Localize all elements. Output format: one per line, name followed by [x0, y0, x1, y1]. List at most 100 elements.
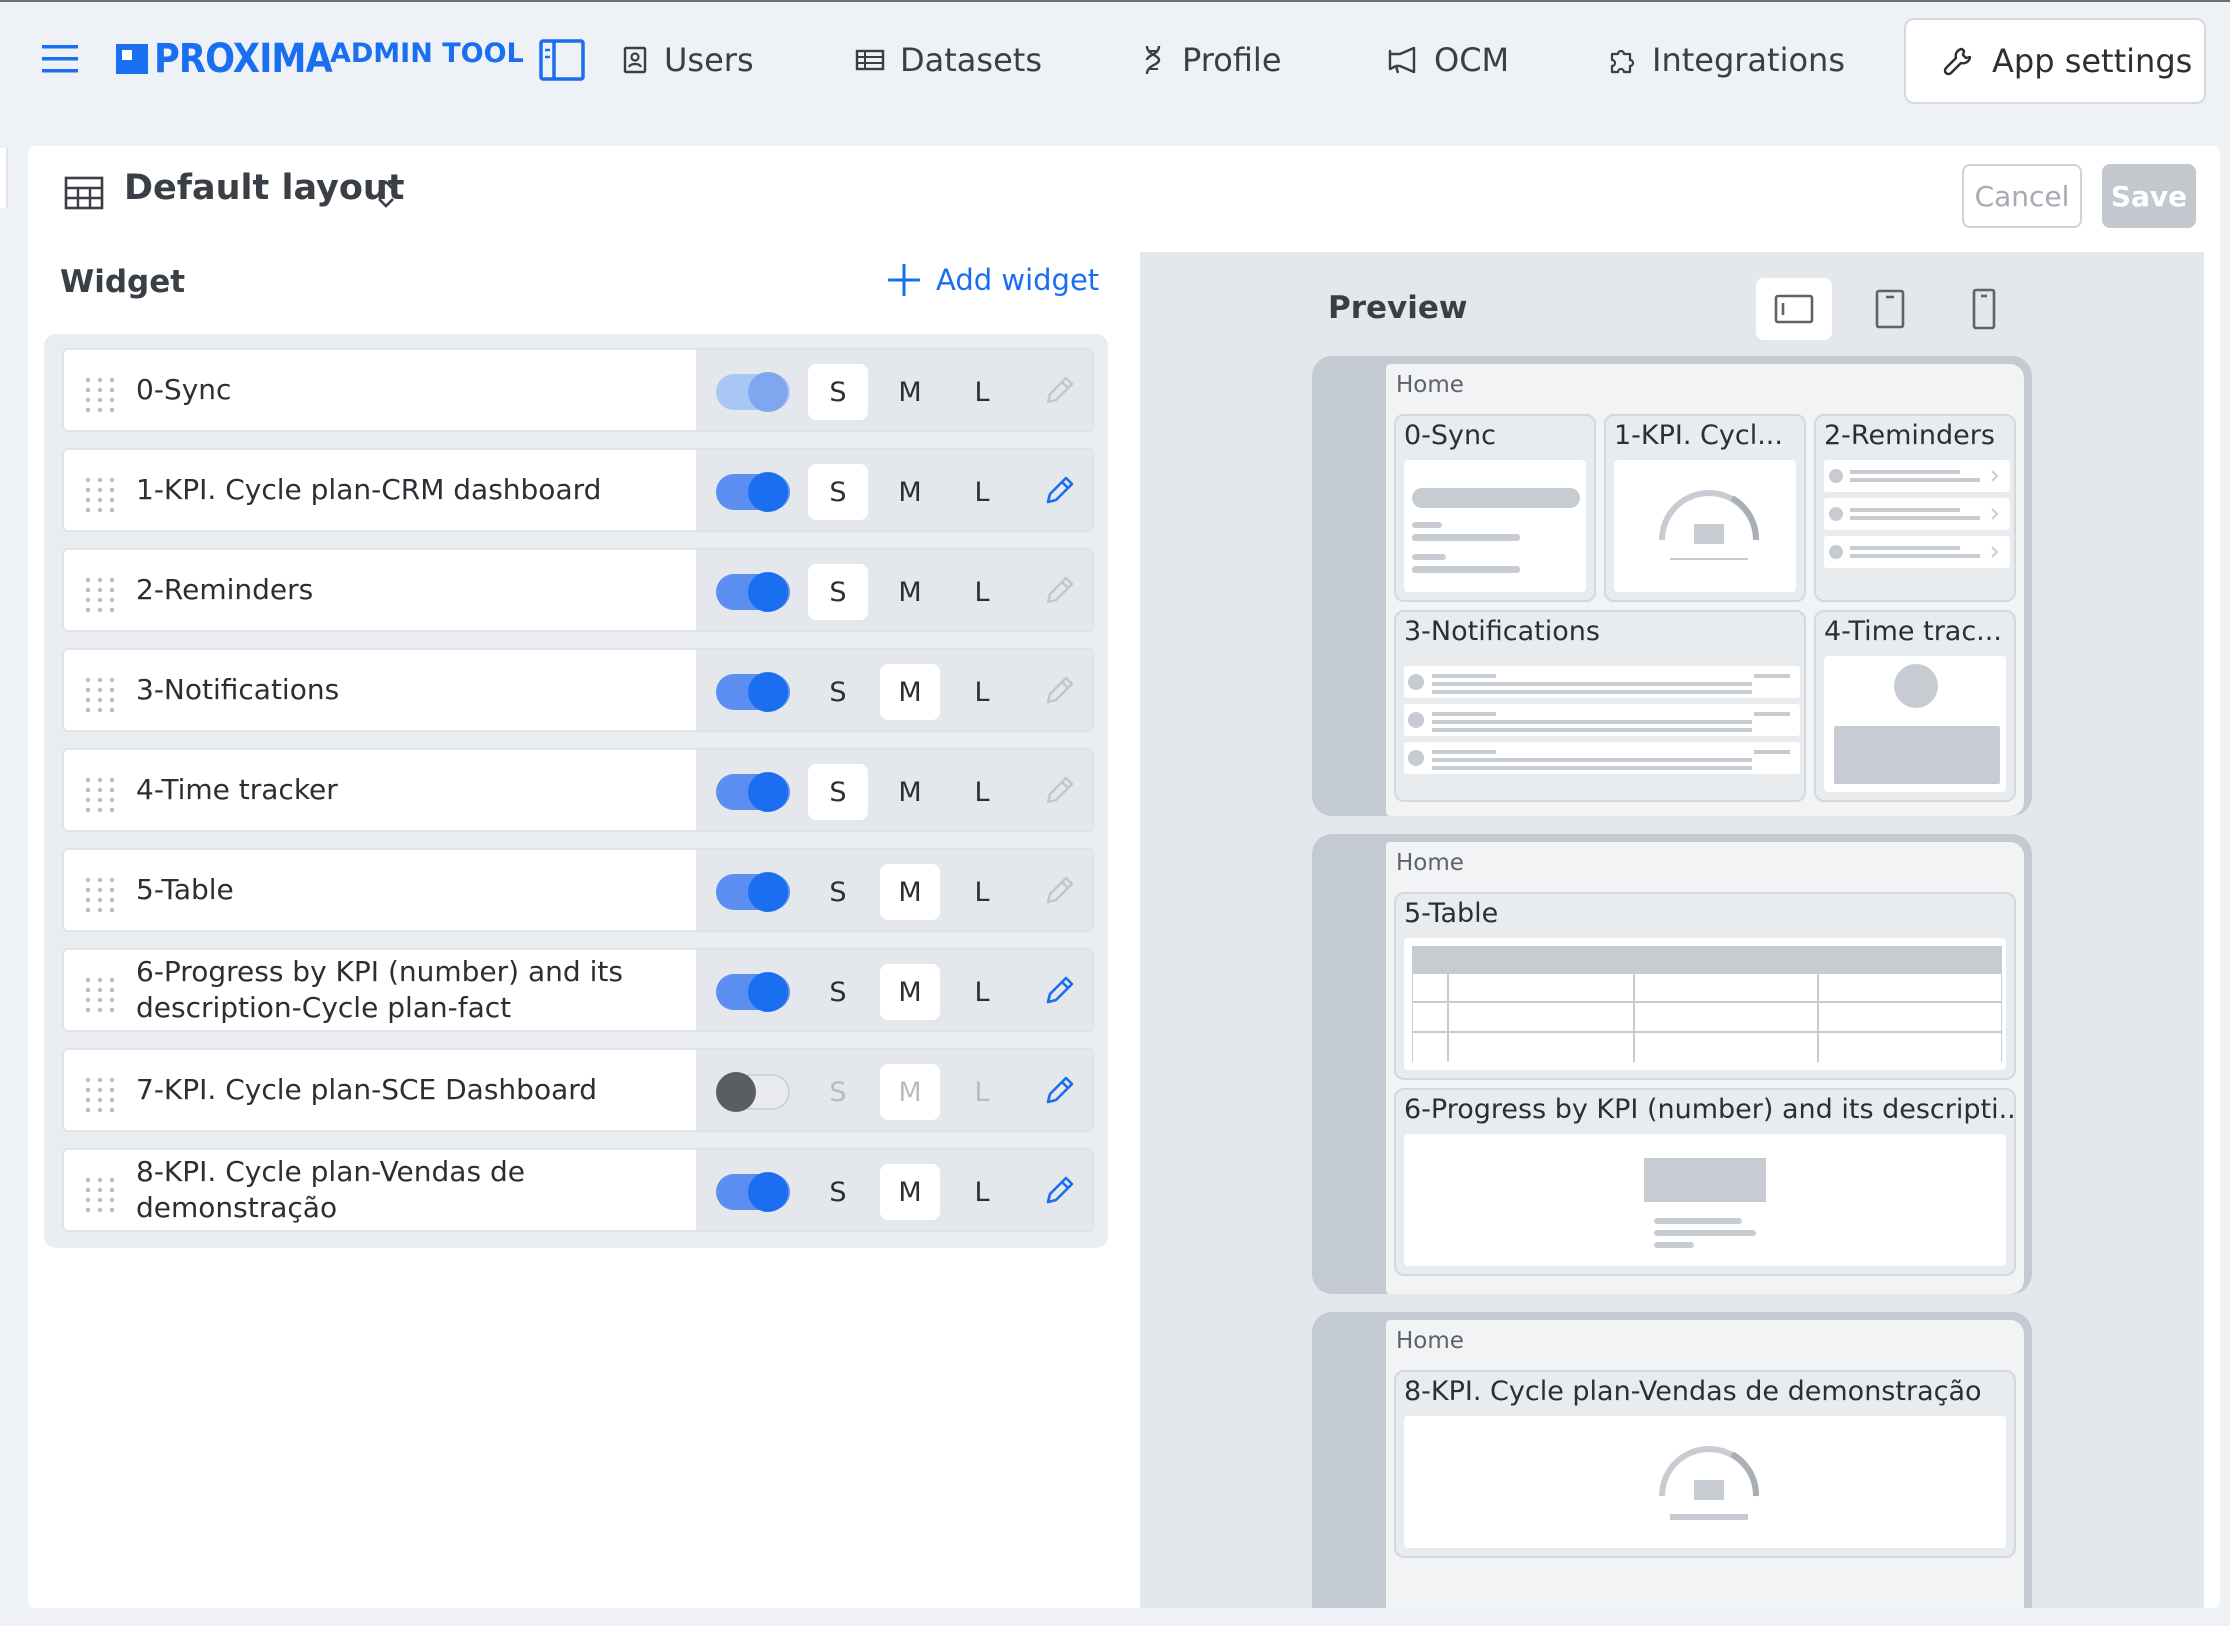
size-m-button[interactable]: M [880, 664, 940, 720]
widget-controls: S M L [696, 450, 1092, 530]
preview-home-label: Home [1396, 1328, 1464, 1354]
size-s-button[interactable]: S [808, 464, 868, 520]
drag-handle-icon[interactable] [82, 1176, 118, 1212]
size-l-button[interactable]: L [952, 864, 1012, 920]
logo-subtitle: ADMIN TOOL [330, 38, 524, 69]
edit-pencil-icon[interactable] [1042, 574, 1076, 608]
size-l-button[interactable]: L [952, 664, 1012, 720]
size-m-button[interactable]: M [880, 964, 940, 1020]
nav-ocm[interactable]: OCM [1386, 32, 1509, 88]
preview-screen: Home 0-Sync 1-KPI. Cycl... 2-Reminders 3… [1312, 356, 2032, 816]
nav-users[interactable]: Users [620, 32, 754, 88]
widget-row[interactable]: 4-Time tracker S M L [62, 748, 1094, 832]
size-s-button[interactable]: S [808, 364, 868, 420]
edit-pencil-icon[interactable] [1042, 1074, 1076, 1108]
preview-tile-body [1824, 656, 2006, 792]
widget-controls: S M L [696, 1150, 1092, 1230]
drag-handle-icon[interactable] [82, 476, 118, 512]
widget-enable-toggle[interactable] [716, 572, 790, 612]
size-s-button[interactable]: S [808, 964, 868, 1020]
widget-enable-toggle[interactable] [716, 872, 790, 912]
preview-tile: 0-Sync [1394, 414, 1596, 602]
size-s-button[interactable]: S [808, 1164, 868, 1220]
size-m-button[interactable]: M [880, 464, 940, 520]
widget-enable-toggle[interactable] [716, 1072, 790, 1112]
widget-row[interactable]: 2-Reminders S M L [62, 548, 1094, 632]
widget-enable-toggle[interactable] [716, 972, 790, 1012]
notifications-list-icon [1404, 666, 1800, 774]
preview-tile: 5-Table [1394, 892, 2016, 1080]
size-l-button[interactable]: L [952, 464, 1012, 520]
drag-handle-icon[interactable] [82, 576, 118, 612]
add-widget-button[interactable]: Add widget [886, 262, 1099, 298]
widget-enable-toggle[interactable] [716, 472, 790, 512]
drag-handle-icon[interactable] [82, 776, 118, 812]
widget-enable-toggle[interactable] [716, 672, 790, 712]
size-l-button[interactable]: L [952, 1164, 1012, 1220]
size-l-button[interactable]: L [952, 364, 1012, 420]
widget-enable-toggle[interactable] [716, 372, 790, 412]
widget-controls: S M L [696, 1050, 1092, 1130]
widget-controls: S M L [696, 950, 1092, 1030]
drag-handle-icon[interactable] [82, 976, 118, 1012]
widget-enable-toggle[interactable] [716, 1172, 790, 1212]
phone-icon [1972, 288, 1996, 330]
widget-enable-toggle[interactable] [716, 772, 790, 812]
hamburger-menu-icon[interactable] [40, 42, 84, 76]
widget-row[interactable]: 0-Sync S M L [62, 348, 1094, 432]
preview-tile-title: 3-Notifications [1404, 616, 1600, 647]
size-m-button[interactable]: M [880, 1164, 940, 1220]
widget-row[interactable]: 7-KPI. Cycle plan-SCE Dashboard S M L [62, 1048, 1094, 1132]
size-l-button[interactable]: L [952, 764, 1012, 820]
preview-tile-title: 5-Table [1404, 898, 1499, 929]
save-button[interactable]: Save [2102, 164, 2196, 228]
table-preview-icon [1412, 946, 2002, 1062]
nav-integrations[interactable]: Integrations [1606, 32, 1845, 88]
widget-row[interactable]: 6-Progress by KPI (number) and its descr… [62, 948, 1094, 1032]
size-m-button[interactable]: M [880, 364, 940, 420]
cancel-button[interactable]: Cancel [1962, 164, 2082, 228]
preview-tile: 2-Reminders [1814, 414, 2016, 602]
edit-pencil-icon[interactable] [1042, 674, 1076, 708]
preview-tile: 8-KPI. Cycle plan-Vendas de demonstração [1394, 1370, 2016, 1558]
nav-datasets[interactable]: Datasets [854, 32, 1042, 88]
layout-select-chevron-icon[interactable] [374, 174, 398, 214]
size-m-button[interactable]: M [880, 764, 940, 820]
drag-handle-icon[interactable] [82, 1076, 118, 1112]
edit-pencil-icon[interactable] [1042, 374, 1076, 408]
size-s-button[interactable]: S [808, 764, 868, 820]
drag-handle-icon[interactable] [82, 376, 118, 412]
edit-pencil-icon[interactable] [1042, 774, 1076, 808]
proxima-logo[interactable]: PROXIMA [116, 36, 356, 82]
edit-pencil-icon[interactable] [1042, 974, 1076, 1008]
drag-handle-icon[interactable] [82, 876, 118, 912]
preview-screen-content: Home 5-Table 6-Progress by KPI (number) … [1386, 842, 2024, 1294]
widget-row[interactable]: 3-Notifications S M L [62, 648, 1094, 732]
layout-title[interactable]: Default layout [124, 168, 405, 208]
nav-app-settings[interactable]: App settings [1904, 18, 2206, 104]
phone-view-button[interactable] [1946, 278, 2022, 340]
size-s-button[interactable]: S [808, 864, 868, 920]
widget-row[interactable]: 1-KPI. Cycle plan-CRM dashboard S M L [62, 448, 1094, 532]
drag-handle-icon[interactable] [82, 676, 118, 712]
left-collapsed-panel [0, 148, 8, 208]
nav-profile[interactable]: Profile [1138, 32, 1282, 88]
desktop-view-button[interactable] [1756, 278, 1832, 340]
size-m-button[interactable]: M [880, 564, 940, 620]
edit-pencil-icon[interactable] [1042, 474, 1076, 508]
preview-home-label: Home [1396, 850, 1464, 876]
edit-pencil-icon[interactable] [1042, 874, 1076, 908]
widget-row[interactable]: 5-Table S M L [62, 848, 1094, 932]
tablet-view-button[interactable] [1852, 278, 1928, 340]
widget-row[interactable]: 8-KPI. Cycle plan-Vendas de demonstração… [62, 1148, 1094, 1232]
edit-pencil-icon[interactable] [1042, 1174, 1076, 1208]
size-l-button[interactable]: L [952, 964, 1012, 1020]
size-s-button[interactable]: S [808, 564, 868, 620]
widget-name-line-2: demonstração [136, 1191, 338, 1224]
size-m-button[interactable]: M [880, 864, 940, 920]
size-s-button[interactable]: S [808, 664, 868, 720]
size-l-button: L [974, 1076, 990, 1108]
preview-tile: 4-Time trac... [1814, 610, 2016, 802]
size-l-button[interactable]: L [952, 564, 1012, 620]
sidebar-toggle-icon[interactable] [538, 38, 586, 82]
